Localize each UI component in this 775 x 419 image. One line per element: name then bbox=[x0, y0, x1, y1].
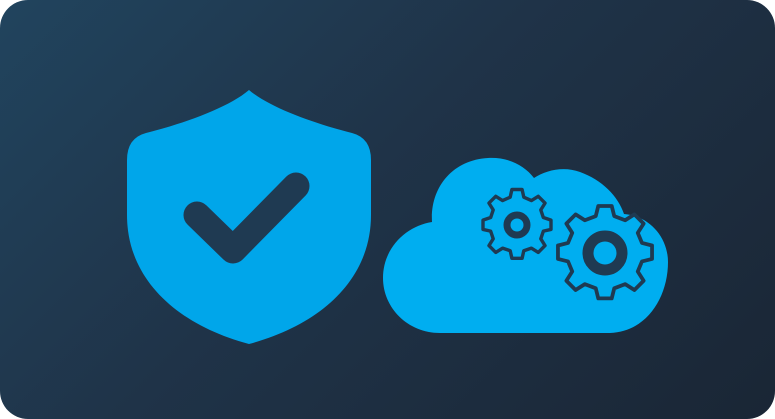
cloud-gears-icon bbox=[383, 157, 668, 333]
shield-check-icon bbox=[127, 90, 371, 344]
large-gear-icon bbox=[556, 204, 654, 301]
illustration-canvas bbox=[127, 90, 668, 344]
illustration-card bbox=[0, 0, 775, 419]
